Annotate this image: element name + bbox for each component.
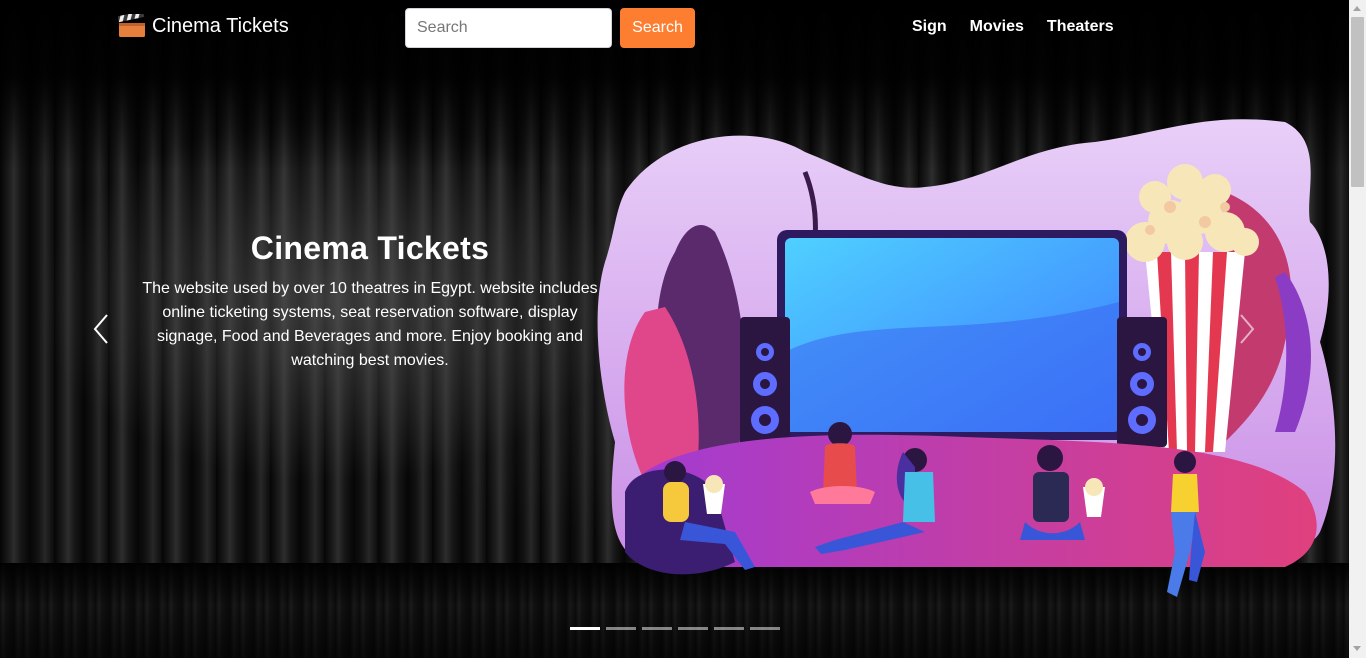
chevron-left-icon bbox=[93, 314, 108, 344]
carousel-title: Cinema Tickets bbox=[250, 230, 490, 266]
search-input[interactable] bbox=[405, 8, 612, 48]
nav-link-sign[interactable]: Sign bbox=[912, 18, 947, 36]
carousel-indicator-4[interactable] bbox=[678, 627, 708, 630]
brand-name: Cinema Tickets bbox=[152, 14, 289, 37]
carousel-description: The website used by over 10 theatres in … bbox=[142, 280, 598, 369]
nav-link-theaters[interactable]: Theaters bbox=[1047, 18, 1114, 36]
nav-link-movies[interactable]: Movies bbox=[970, 18, 1024, 36]
vertical-scrollbar[interactable] bbox=[1349, 0, 1366, 658]
scroll-down-arrow-icon[interactable] bbox=[1353, 646, 1361, 651]
chevron-right-icon bbox=[1240, 314, 1255, 344]
brand-link[interactable]: Cinema Tickets bbox=[118, 14, 289, 38]
carousel-prev-button[interactable] bbox=[86, 312, 116, 348]
home-theater-illustration bbox=[597, 119, 1336, 597]
carousel-indicator-1[interactable] bbox=[570, 627, 600, 630]
navbar: Cinema Tickets Search Sign Movies Theate… bbox=[0, 0, 1349, 57]
scrollbar-thumb[interactable] bbox=[1351, 17, 1364, 187]
carousel-indicator-2[interactable] bbox=[606, 627, 636, 630]
clapperboard-icon bbox=[118, 14, 145, 37]
carousel-caption: Cinema Tickets The website used by over … bbox=[140, 230, 600, 373]
scroll-up-arrow-icon[interactable] bbox=[1353, 6, 1361, 11]
nav-links: Sign Movies Theaters bbox=[912, 18, 1137, 36]
search-button[interactable]: Search bbox=[620, 8, 695, 48]
carousel-indicator-5[interactable] bbox=[714, 627, 744, 630]
carousel-indicator-6[interactable] bbox=[750, 627, 780, 630]
carousel-indicator-3[interactable] bbox=[642, 627, 672, 630]
carousel-indicators bbox=[570, 627, 786, 630]
carousel-next-button[interactable] bbox=[1232, 312, 1262, 348]
